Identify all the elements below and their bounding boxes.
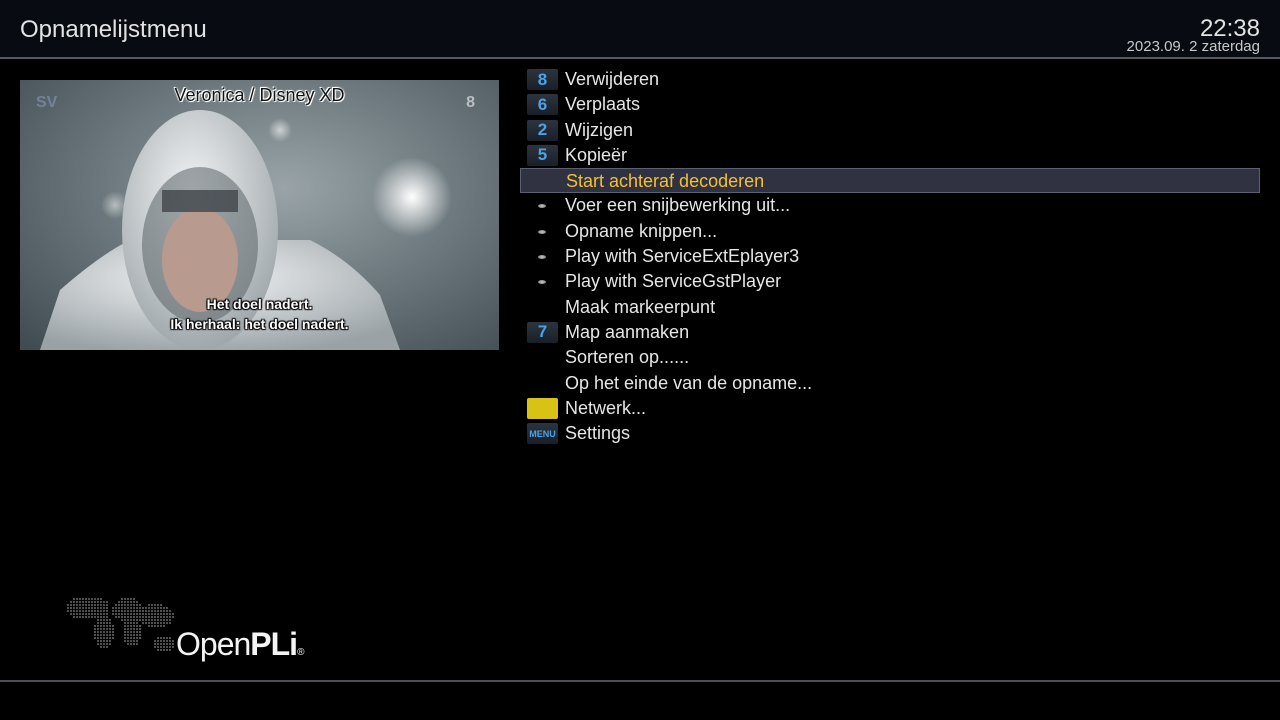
menu-item[interactable]: 6 Verplaats <box>520 92 1260 117</box>
footer-divider <box>0 680 1280 682</box>
menu-item-label: Maak markeerpunt <box>565 296 716 317</box>
menu-item[interactable]: 8 Verwijderen <box>520 67 1260 92</box>
date: 2023.09. 2 zaterdag <box>1126 38 1260 55</box>
number-key-icon: 2 <box>527 119 558 141</box>
bullet-icon <box>538 204 546 209</box>
menu-item[interactable]: 5 Kopieër <box>520 143 1260 168</box>
menu-item-label: Start achteraf decoderen <box>566 171 765 192</box>
context-menu: 8 Verwijderen 6 Verplaats 2 Wijzigen 5 Kopieër S… <box>520 67 1260 446</box>
channel-number: 8 <box>466 94 475 111</box>
bullet-icon <box>538 255 546 260</box>
menu-item-label: Map aanmaken <box>565 321 690 342</box>
menu-item[interactable]: Netwerk... <box>520 396 1260 421</box>
menu-item-label: Verwijderen <box>565 69 660 89</box>
menu-item[interactable]: Start achteraf decoderen <box>520 168 1260 194</box>
menu-item-label: Sorteren op...... <box>565 347 690 368</box>
menu-item[interactable]: Play with ServiceGstPlayer <box>520 269 1260 294</box>
menu-item[interactable]: 2 Wijzigen <box>520 118 1260 143</box>
menu-item-label: Play with ServiceGstPlayer <box>565 271 782 292</box>
menu-key-icon: MENU <box>527 423 558 445</box>
bullet-icon <box>538 229 546 234</box>
menu-item-label: Op het einde van de opname... <box>565 372 813 393</box>
number-key-icon: 8 <box>527 69 558 90</box>
menu-item[interactable]: Maak markeerpunt <box>520 295 1260 320</box>
menu-item-label: Kopieër <box>565 144 628 165</box>
menu-item-label: Play with ServiceExtEplayer3 <box>565 246 800 267</box>
subtitle-line-1: Het doel nadert. <box>206 296 313 312</box>
number-key-icon: 5 <box>527 144 558 166</box>
menu-item[interactable]: Op het einde van de opname... <box>520 371 1260 396</box>
channel-name: Veronica / Disney XD <box>174 85 345 105</box>
world-map-icon <box>67 598 174 651</box>
menu-item-label: Opname knippen... <box>565 220 718 241</box>
subtitle-line-2: Ik herhaal: het doel nadert. <box>170 316 349 332</box>
menu-item-label: Voer een snijbewerking uit... <box>565 195 791 216</box>
bullet-icon <box>538 280 546 285</box>
header-bar: Opnamelijstmenu 22:38 2023.09. 2 zaterda… <box>0 0 1280 59</box>
tv-preview: SV Veronica / Disney XD 8 Het doel nader… <box>20 80 499 350</box>
menu-item[interactable]: MENU Settings <box>520 421 1260 446</box>
menu-item-label: Verplaats <box>565 94 641 115</box>
menu-item-label: Netwerk... <box>565 397 647 418</box>
openpli-logo: OpenPLi® <box>60 588 320 668</box>
number-key-icon: 7 <box>527 321 558 343</box>
menu-item[interactable]: Sorteren op...... <box>520 345 1260 370</box>
menu-item-label: Settings <box>565 423 631 444</box>
menu-item[interactable]: 7 Map aanmaken <box>520 320 1260 345</box>
menu-item-label: Wijzigen <box>565 119 634 140</box>
brand-name: OpenPLi® <box>176 626 305 662</box>
menu-item[interactable]: Play with ServiceExtEplayer3 <box>520 244 1260 269</box>
yellow-button-icon <box>527 397 558 419</box>
menu-item[interactable]: Opname knippen... <box>520 219 1260 244</box>
number-key-icon: 6 <box>527 94 558 116</box>
menu-item[interactable]: Voer een snijbewerking uit... <box>520 193 1260 218</box>
page-title: Opnamelijstmenu <box>20 16 207 43</box>
